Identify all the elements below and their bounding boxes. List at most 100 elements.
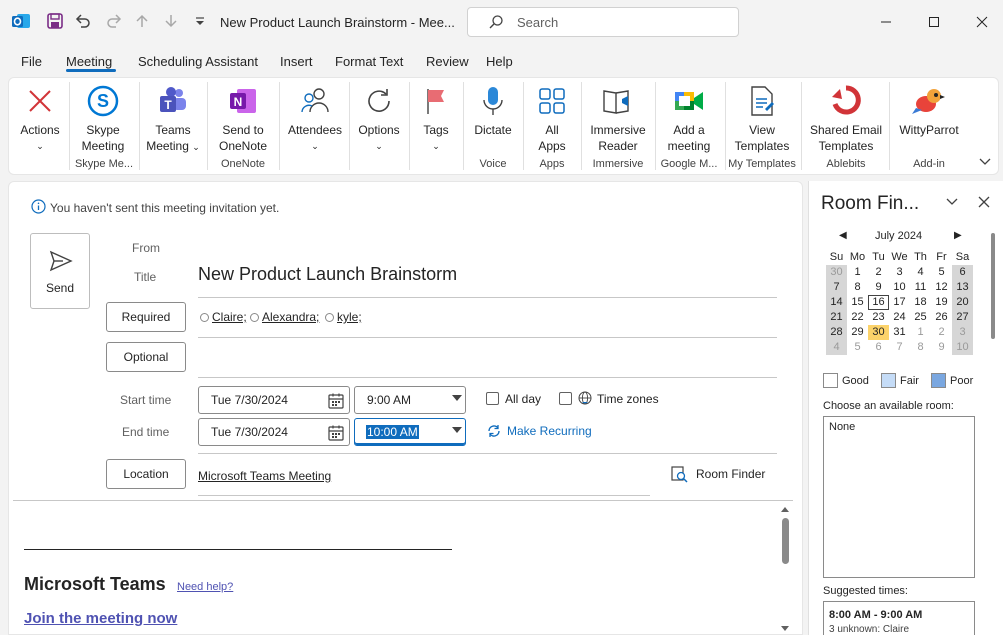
make-recurring-button[interactable]: Make Recurring bbox=[486, 423, 592, 439]
calendar-day[interactable]: 22 bbox=[847, 310, 868, 325]
pane-close-icon[interactable] bbox=[977, 195, 991, 212]
start-date-picker[interactable]: Tue 7/30/2024 bbox=[198, 386, 350, 414]
menu-help[interactable]: Help bbox=[486, 54, 513, 69]
calendar-day[interactable]: 30 bbox=[826, 265, 847, 280]
calendar-day[interactable]: 27 bbox=[952, 310, 973, 325]
title-input[interactable]: New Product Launch Brainstorm bbox=[198, 264, 457, 285]
all-apps-button[interactable]: All Apps bbox=[527, 82, 577, 154]
calendar-day[interactable]: 11 bbox=[910, 280, 931, 295]
calendar-day[interactable]: 1 bbox=[910, 325, 931, 340]
location-input[interactable]: Microsoft Teams Meeting bbox=[198, 469, 331, 483]
add-google-meeting-button[interactable]: Add a meeting bbox=[659, 82, 719, 154]
maximize-button[interactable] bbox=[911, 8, 957, 36]
minimize-button[interactable] bbox=[863, 8, 909, 36]
menu-review[interactable]: Review bbox=[426, 54, 469, 69]
tags-button[interactable]: Tags ⌄ bbox=[415, 82, 457, 154]
ribbon-expand-chevron-icon[interactable] bbox=[979, 156, 991, 170]
suggested-time[interactable]: 8:00 AM - 9:00 AM bbox=[829, 609, 922, 621]
calendar-day[interactable]: 31 bbox=[889, 325, 910, 340]
next-item-icon[interactable] bbox=[161, 11, 181, 31]
calendar-day[interactable]: 1 bbox=[847, 265, 868, 280]
menu-format-text[interactable]: Format Text bbox=[335, 54, 403, 69]
calendar-day[interactable]: 17 bbox=[889, 295, 910, 310]
send-to-onenote-button[interactable]: N Send to OneNote bbox=[213, 82, 273, 154]
location-button[interactable]: Location bbox=[106, 459, 186, 489]
calendar-day[interactable]: 10 bbox=[889, 280, 910, 295]
previous-month-icon[interactable]: ◀ bbox=[839, 230, 847, 241]
suggested-times-list[interactable]: 8:00 AM - 9:00 AM 3 unknown: Claire bbox=[823, 601, 975, 635]
view-templates-button[interactable]: View Templates bbox=[729, 82, 795, 154]
menu-meeting[interactable]: Meeting bbox=[66, 54, 112, 69]
calendar-day[interactable]: 3 bbox=[889, 265, 910, 280]
calendar-day[interactable]: 28 bbox=[826, 325, 847, 340]
calendar-day[interactable]: 15 bbox=[847, 295, 868, 310]
actions-button[interactable]: Actions ⌄ bbox=[15, 82, 65, 154]
calendar-day[interactable]: 4 bbox=[910, 265, 931, 280]
calendar-day[interactable]: 7 bbox=[889, 340, 910, 355]
calendar-day[interactable]: 4 bbox=[826, 340, 847, 355]
calendar-day[interactable]: 12 bbox=[931, 280, 952, 295]
calendar-day[interactable]: 21 bbox=[826, 310, 847, 325]
shared-email-templates-button[interactable]: Shared Email Templates bbox=[805, 82, 887, 154]
skype-meeting-button[interactable]: S Skype Meeting bbox=[73, 82, 133, 154]
calendar-day[interactable]: 5 bbox=[931, 265, 952, 280]
menu-scheduling-assistant[interactable]: Scheduling Assistant bbox=[138, 54, 258, 69]
calendar-day[interactable]: 10 bbox=[952, 340, 973, 355]
end-time-dropdown[interactable]: 10:00 AM bbox=[354, 418, 466, 446]
start-time-dropdown[interactable]: 9:00 AM bbox=[354, 386, 466, 414]
undo-icon[interactable] bbox=[73, 11, 93, 31]
previous-item-icon[interactable] bbox=[132, 11, 152, 31]
calendar-day[interactable]: 23 bbox=[868, 310, 889, 325]
room-list-item[interactable]: None bbox=[829, 421, 855, 433]
optional-button[interactable]: Optional bbox=[106, 342, 186, 372]
scroll-thumb[interactable] bbox=[782, 518, 789, 564]
all-day-checkbox[interactable] bbox=[486, 392, 499, 405]
next-month-icon[interactable]: ▶ bbox=[954, 230, 962, 241]
end-time-value[interactable]: 10:00 AM bbox=[366, 425, 419, 439]
attendee-alexandra[interactable]: Alexandra; bbox=[250, 310, 319, 324]
calendar-day[interactable]: 3 bbox=[952, 325, 973, 340]
attendee-kyle[interactable]: kyle; bbox=[325, 310, 362, 324]
attendee-claire[interactable]: Claire; bbox=[200, 310, 247, 324]
calendar-day[interactable]: 19 bbox=[931, 295, 952, 310]
join-meeting-link[interactable]: Join the meeting now bbox=[24, 610, 177, 627]
time-zones-checkbox[interactable] bbox=[559, 392, 572, 405]
calendar-day[interactable]: 25 bbox=[910, 310, 931, 325]
calendar-day[interactable]: 24 bbox=[889, 310, 910, 325]
calendar-icon[interactable] bbox=[327, 424, 345, 445]
customize-toolbar-icon[interactable] bbox=[190, 11, 210, 31]
teams-meeting-button[interactable]: T Teams Meeting ⌄ bbox=[145, 82, 201, 155]
search-box[interactable]: Search bbox=[467, 7, 739, 37]
end-date-picker[interactable]: Tue 7/30/2024 bbox=[198, 418, 350, 446]
wittyparrot-button[interactable]: WittyParrot bbox=[893, 82, 965, 138]
calendar-day[interactable]: 2 bbox=[931, 325, 952, 340]
calendar-icon[interactable] bbox=[327, 392, 345, 413]
attendees-button[interactable]: Attendees ⌄ bbox=[285, 82, 345, 154]
required-button[interactable]: Required bbox=[106, 302, 186, 332]
calendar-day[interactable]: 26 bbox=[931, 310, 952, 325]
pane-options-chevron-icon[interactable] bbox=[945, 195, 959, 212]
calendar-day[interactable]: 30 bbox=[868, 325, 889, 340]
calendar-day[interactable]: 29 bbox=[847, 325, 868, 340]
calendar-day[interactable]: 20 bbox=[952, 295, 973, 310]
menu-file[interactable]: File bbox=[21, 54, 42, 69]
room-list[interactable]: None bbox=[823, 416, 975, 578]
need-help-link[interactable]: Need help? bbox=[177, 581, 233, 593]
pane-scrollbar[interactable] bbox=[991, 233, 995, 339]
calendar-day[interactable]: 6 bbox=[868, 340, 889, 355]
calendar-day[interactable]: 2 bbox=[868, 265, 889, 280]
calendar-day[interactable]: 13 bbox=[952, 280, 973, 295]
dictate-button[interactable]: Dictate bbox=[467, 82, 519, 138]
redo-icon[interactable] bbox=[104, 11, 124, 31]
calendar-day[interactable]: 18 bbox=[910, 295, 931, 310]
calendar-day[interactable]: 6 bbox=[952, 265, 973, 280]
calendar-day[interactable]: 9 bbox=[868, 280, 889, 295]
menu-insert[interactable]: Insert bbox=[280, 54, 313, 69]
send-button[interactable]: Send bbox=[30, 233, 90, 309]
body-scrollbar[interactable] bbox=[779, 504, 791, 635]
room-finder-button[interactable]: Room Finder bbox=[670, 465, 765, 483]
options-button[interactable]: Options ⌄ bbox=[353, 82, 405, 154]
close-window-button[interactable] bbox=[959, 8, 1003, 36]
calendar-day[interactable]: 8 bbox=[847, 280, 868, 295]
calendar-day[interactable]: 8 bbox=[910, 340, 931, 355]
